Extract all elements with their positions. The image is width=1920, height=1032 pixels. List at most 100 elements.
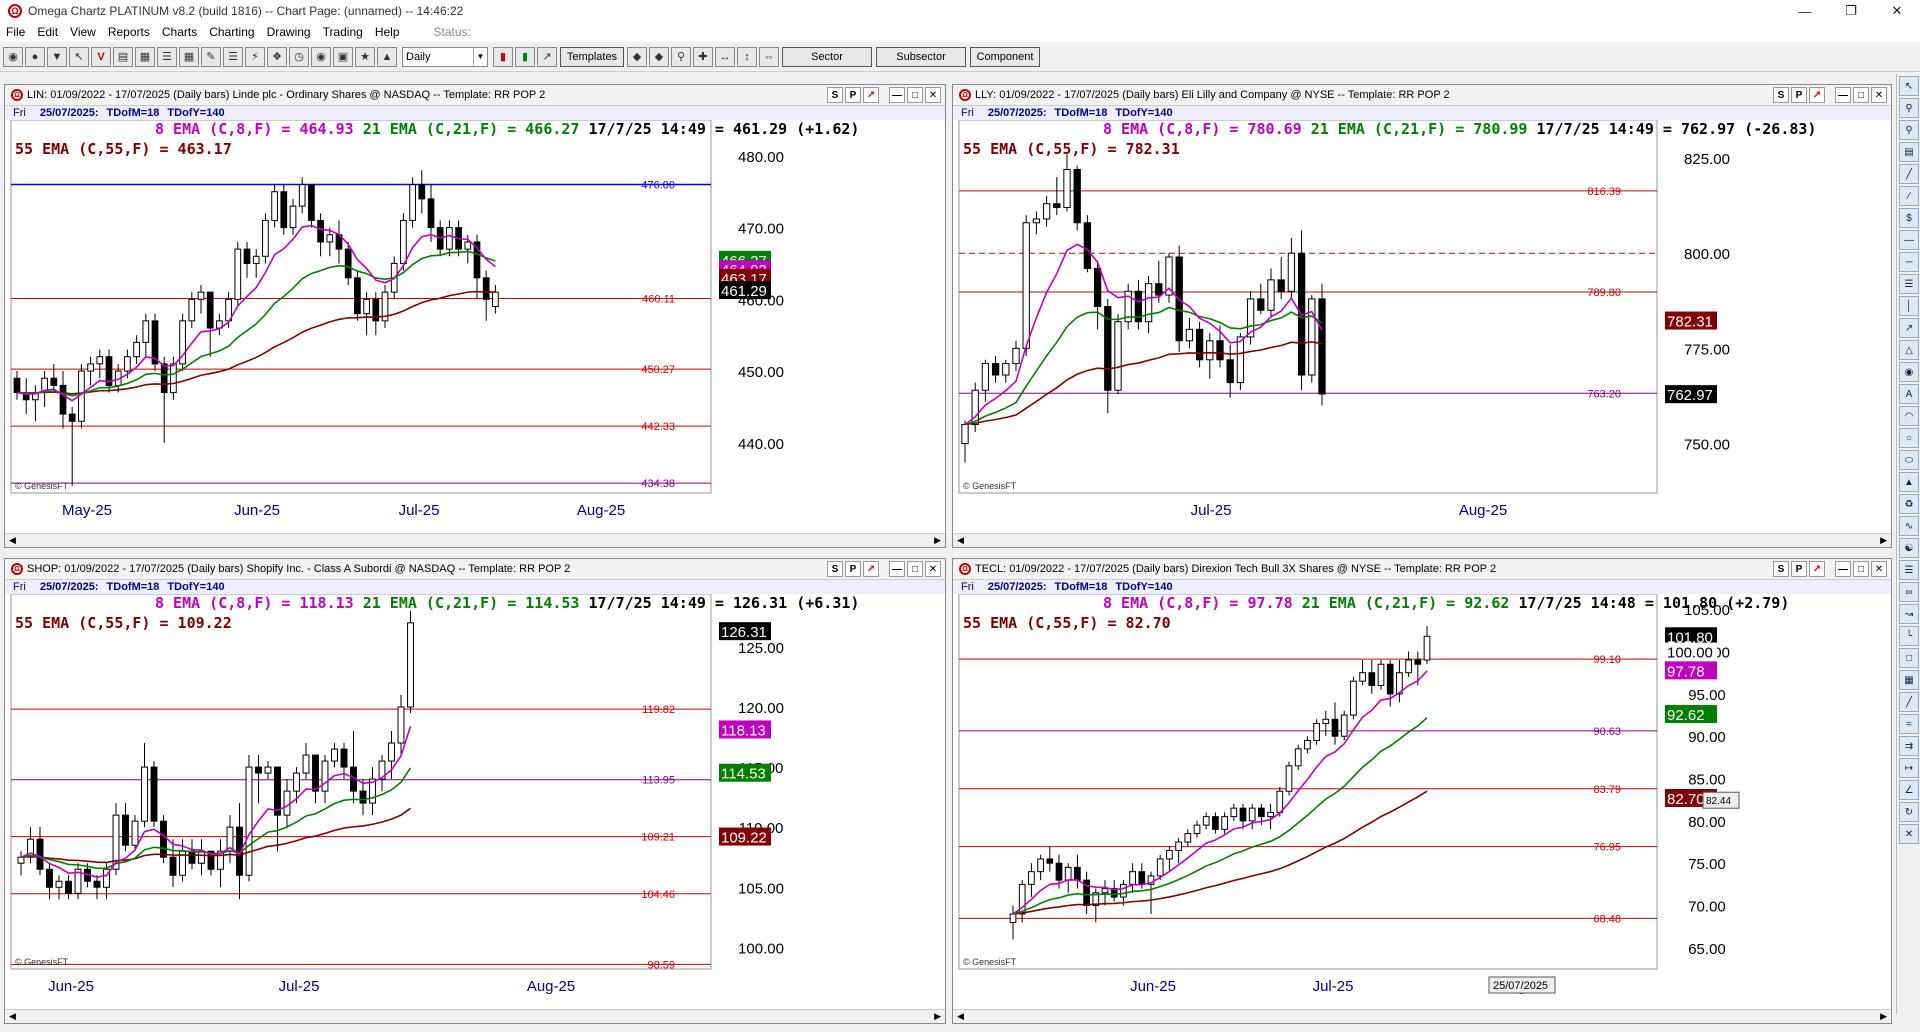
minimize-icon[interactable]: — — [1835, 87, 1851, 103]
chart-icon[interactable]: ▤ — [113, 46, 133, 67]
p-button[interactable]: P — [845, 561, 861, 577]
regression-icon[interactable]: ╰ — [1899, 626, 1919, 646]
arc-icon[interactable]: ◠ — [1899, 406, 1919, 426]
ruler-icon[interactable]: ▤ — [1899, 142, 1919, 162]
box-icon[interactable]: □ — [1899, 648, 1919, 668]
p-button[interactable]: P — [1791, 87, 1807, 103]
scale-icon[interactable]: ↕ — [737, 46, 757, 67]
arrow-tool-icon[interactable]: ↖ — [1899, 76, 1919, 96]
fan-icon[interactable]: ╱ — [1899, 692, 1919, 712]
menu-help[interactable]: Help — [369, 25, 406, 39]
tools-icon[interactable]: ☯ — [1899, 538, 1919, 558]
close-icon[interactable]: ✕ — [925, 561, 941, 577]
link-icon[interactable]: ↗ — [863, 561, 879, 577]
s-button[interactable]: S — [827, 561, 843, 577]
crosshair-icon[interactable]: ✚ — [693, 46, 713, 67]
restore-icon[interactable]: ❐ — [1828, 0, 1874, 22]
menu-drawing[interactable]: Drawing — [261, 25, 317, 39]
channel-icon[interactable]: ∕ — [1899, 186, 1919, 206]
maximize-icon[interactable]: □ — [1853, 87, 1869, 103]
traffic-light-icon[interactable]: ● — [25, 46, 45, 67]
link-icon[interactable]: ↗ — [1809, 561, 1825, 577]
subsector-button[interactable]: Subsector — [876, 46, 966, 67]
zoom-in-icon[interactable]: ⚲ — [1899, 98, 1919, 118]
trendline-icon[interactable]: ╱ — [1899, 164, 1919, 184]
dollar-icon[interactable]: $ — [1899, 208, 1919, 228]
pencil-icon[interactable]: ✎ — [201, 46, 221, 67]
maximize-icon[interactable]: □ — [907, 87, 923, 103]
pointer-icon[interactable]: ↖ — [69, 46, 89, 67]
scroll-right-icon[interactable]: ▶ — [934, 535, 941, 546]
menu-charts[interactable]: Charts — [156, 25, 203, 39]
list-icon[interactable]: ☰ — [157, 46, 177, 67]
star-icon[interactable]: ★ — [355, 46, 375, 67]
horizontal-scrollbar[interactable]: ◀ ▶ — [953, 533, 1891, 547]
disk-icon[interactable]: ◉ — [311, 46, 331, 67]
price-chart[interactable]: 8 EMA (C,8,F) = 464.93 21 EMA (C,21,F) =… — [5, 120, 945, 532]
horizontal-scrollbar[interactable]: ◀ ▶ — [953, 1009, 1891, 1023]
signal-icon[interactable]: ▲ — [377, 46, 397, 67]
diamond-icon[interactable]: ◆ — [649, 46, 669, 67]
candle-chart-icon[interactable]: ▮ — [515, 46, 535, 67]
layers-icon[interactable]: ☰ — [1899, 560, 1919, 580]
close-icon[interactable]: ✕ — [1874, 0, 1920, 22]
p-button[interactable]: P — [1791, 561, 1807, 577]
lightning-icon[interactable]: ⚡ — [245, 46, 265, 67]
bar-chart-icon[interactable]: ▮ — [493, 46, 513, 67]
s-button[interactable]: S — [1773, 87, 1789, 103]
period-select[interactable]: Daily ▼ — [402, 46, 488, 67]
minimize-icon[interactable]: — — [889, 87, 905, 103]
filter-icon[interactable]: ▼ — [47, 46, 67, 67]
menu-file[interactable]: File — [0, 25, 31, 39]
close-icon[interactable]: ✕ — [1871, 87, 1887, 103]
close-icon[interactable]: ✕ — [925, 87, 941, 103]
expand-icon[interactable]: ⇔ — [759, 46, 779, 67]
price-chart[interactable]: 8 EMA (C,8,F) = 118.13 21 EMA (C,21,F) =… — [5, 594, 945, 1008]
circle-icon[interactable]: ○ — [1899, 428, 1919, 448]
clock-icon[interactable]: ◷ — [289, 46, 309, 67]
horizontal-scrollbar[interactable]: ◀ ▶ — [5, 1009, 945, 1023]
search-icon[interactable]: ⚲ — [671, 46, 691, 67]
horizontal-scrollbar[interactable]: ◀ ▶ — [5, 533, 945, 547]
maximize-icon[interactable]: □ — [1853, 561, 1869, 577]
ratio-icon[interactable]: ≈ — [1899, 714, 1919, 734]
erase-icon[interactable]: ✕ — [1899, 824, 1919, 844]
measure-icon[interactable]: ↦ — [1899, 758, 1919, 778]
arrows-icon[interactable]: ↔ — [715, 46, 735, 67]
fibonacci-icon[interactable]: ☰ — [1899, 274, 1919, 294]
menu-reports[interactable]: Reports — [102, 25, 156, 39]
wave-icon[interactable]: ∿ — [1899, 516, 1919, 536]
projection-icon[interactable]: ⇉ — [1899, 736, 1919, 756]
scroll-left-icon[interactable]: ◀ — [9, 1011, 16, 1022]
grid-icon[interactable]: ▦ — [135, 46, 155, 67]
letter-v-icon[interactable]: V — [91, 46, 111, 67]
minimize-icon[interactable]: — — [1782, 0, 1828, 22]
s-button[interactable]: S — [1773, 561, 1789, 577]
vertical-line-icon[interactable]: │ — [1899, 296, 1919, 316]
ellipse-icon[interactable]: ⬭ — [1899, 450, 1919, 470]
ray-icon[interactable]: ↗ — [1899, 318, 1919, 338]
templates-button[interactable]: Templates — [560, 46, 624, 67]
s-button[interactable]: S — [827, 87, 843, 103]
scroll-left-icon[interactable]: ◀ — [957, 535, 964, 546]
scroll-right-icon[interactable]: ▶ — [934, 1011, 941, 1022]
angle-icon[interactable]: ∠ — [1899, 780, 1919, 800]
scroll-right-icon[interactable]: ▶ — [1880, 535, 1887, 546]
pitchfork-icon[interactable]: ♻ — [1899, 494, 1919, 514]
menu-edit[interactable]: Edit — [31, 25, 64, 39]
link-icon[interactable]: ↗ — [1809, 87, 1825, 103]
cycles-icon[interactable]: ∞ — [1899, 582, 1919, 602]
text-icon[interactable]: A — [1899, 384, 1919, 404]
zoom-out-icon[interactable]: ⚲ — [1899, 120, 1919, 140]
triangle-icon[interactable]: △ — [1899, 340, 1919, 360]
minimize-icon[interactable]: — — [889, 561, 905, 577]
menu-view[interactable]: View — [64, 25, 102, 39]
table-icon[interactable]: ▦ — [179, 46, 199, 67]
globe-icon[interactable]: ◉ — [3, 46, 23, 67]
spiral-icon[interactable]: ↻ — [1899, 802, 1919, 822]
sector-button[interactable]: Sector — [782, 46, 872, 67]
line-chart-icon[interactable]: ↗ — [537, 46, 557, 67]
scroll-left-icon[interactable]: ◀ — [9, 535, 16, 546]
minimize-icon[interactable]: — — [1835, 561, 1851, 577]
p-button[interactable]: P — [845, 87, 861, 103]
